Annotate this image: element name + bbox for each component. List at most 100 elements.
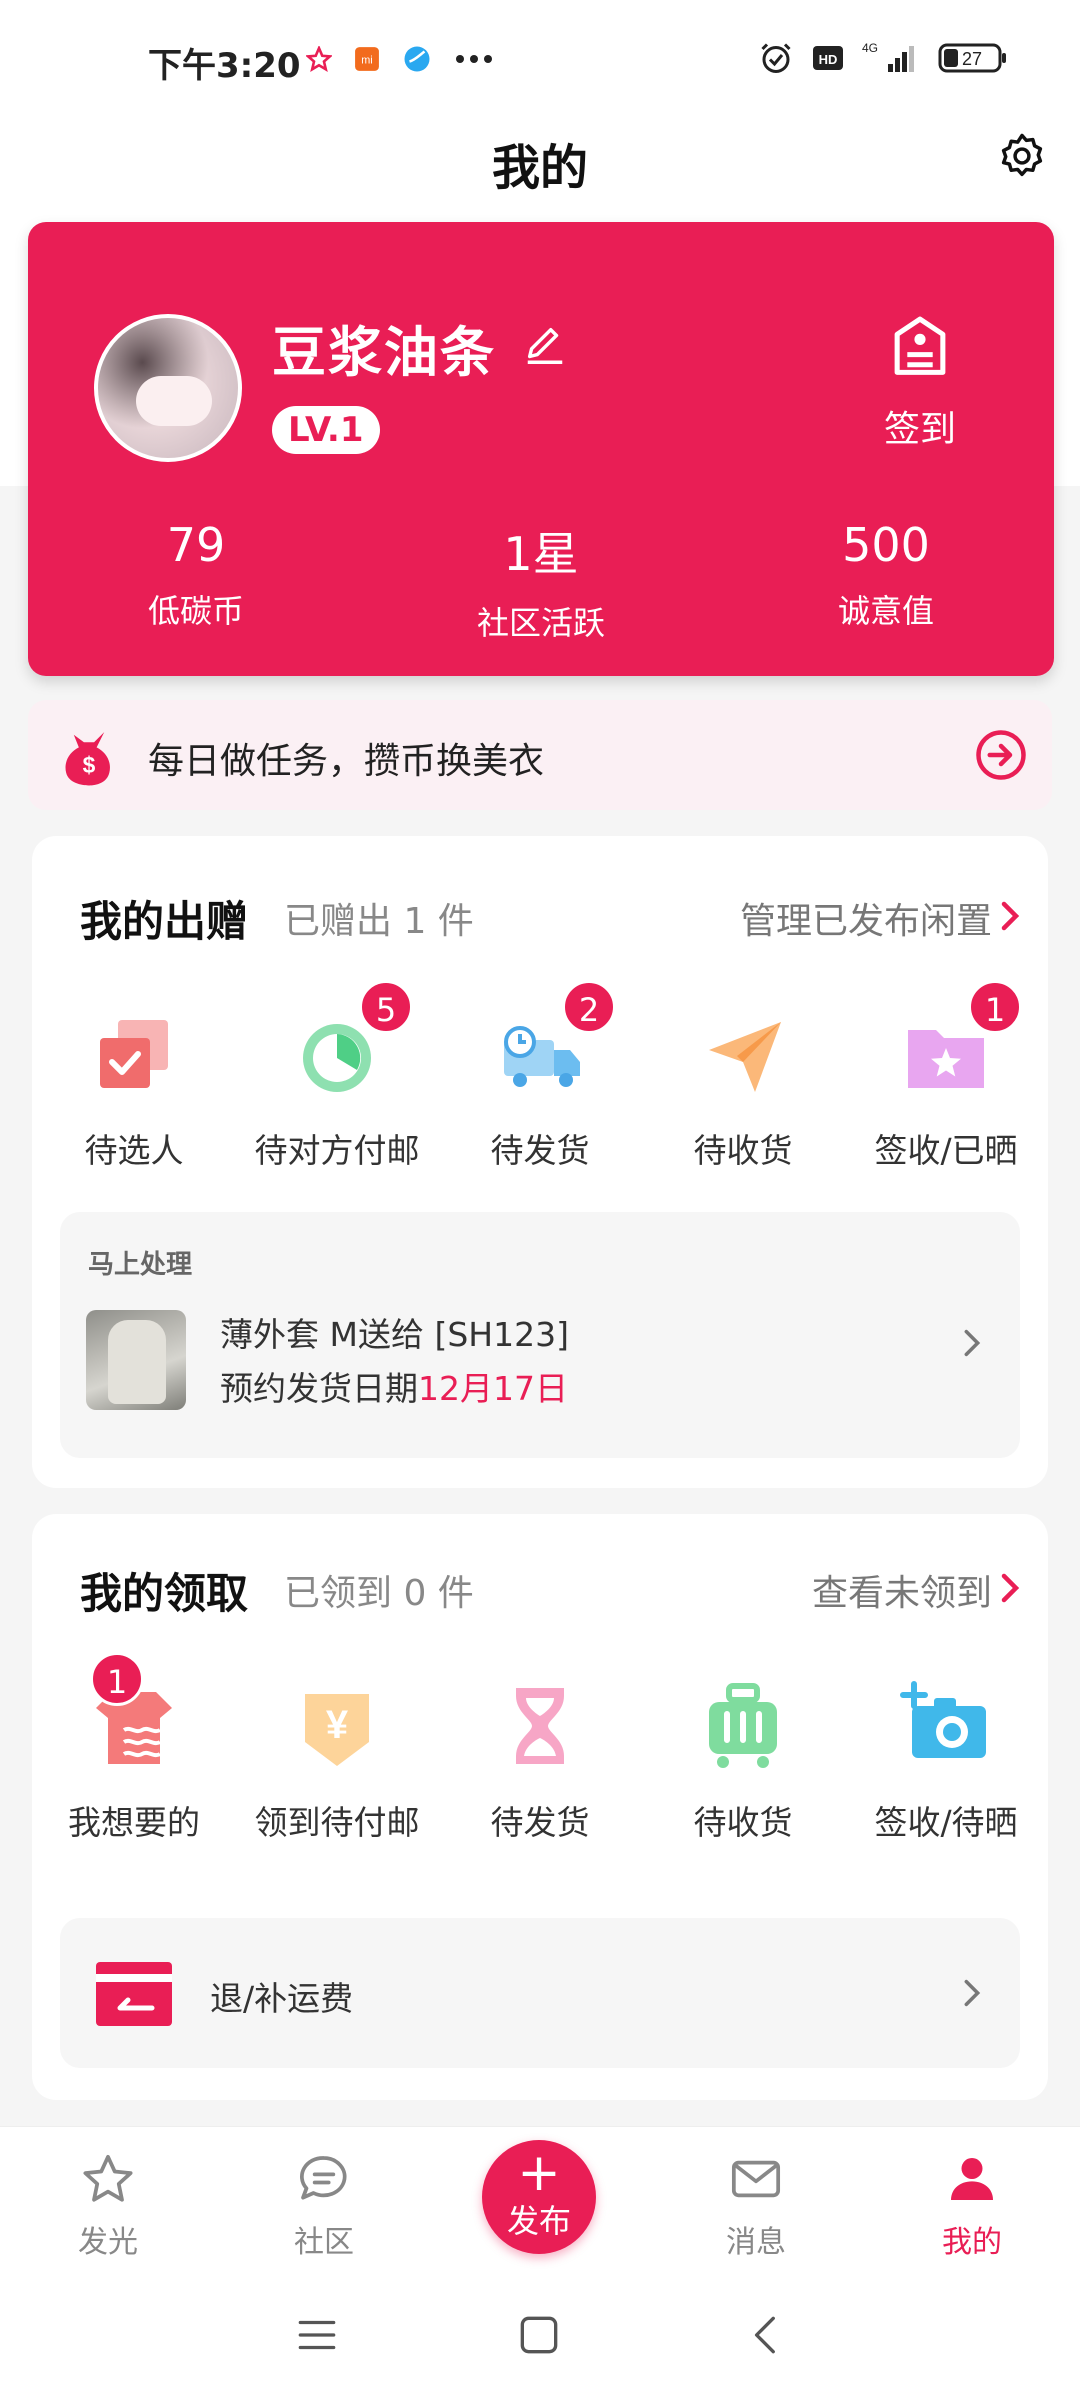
gift-item-label: 待对方付邮 [254,1131,420,1170]
tab-community[interactable]: 社区 [254,2151,394,2261]
star-icon [83,2154,133,2202]
my-gifts-card: 我的出赠 已赠出 1 件 管理已发布闲置 待选人 5 待对方付邮 2 待发货 待… [32,836,1048,1488]
gift-item-pending-postage[interactable]: 5 待对方付邮 [237,980,437,1172]
chevron-right-icon [1001,1573,1020,1603]
svg-text:27: 27 [962,49,982,69]
receipt-item-pending-postage[interactable]: ¥ 领到待付邮 [237,1676,437,1844]
money-bag-icon: $ [65,732,110,786]
stat-carbon-coins[interactable]: 79 低碳币 [66,518,326,632]
gift-item-label: 待发货 [490,1131,590,1170]
view-unreceived-link[interactable]: 查看未领到 [812,1564,992,1616]
svg-text:mi: mi [361,54,372,66]
receipt-item-signed-pending-show[interactable]: 签收/待晒 [846,1676,1046,1844]
signal-4g-icon: 4G [862,41,914,72]
stat-label: 社区活跃 [476,604,605,642]
select-person-icon [100,1020,168,1088]
tab-messages[interactable]: 消息 [686,2151,826,2261]
receipt-item-label: 待收货 [693,1803,793,1842]
item-thumbnail [86,1310,186,1410]
tab-glow[interactable]: 发光 [38,2151,178,2261]
gift-item-pending-receipt[interactable]: 待收货 [643,1004,843,1172]
stat-sincerity[interactable]: 500 诚意值 [756,518,1016,632]
level-badge: LV.1 [272,406,380,454]
status-bar: 下午3:20 mi HD 4G 27 [0,0,1080,120]
mail-icon [731,2160,781,2198]
gift-item-pending-shipment[interactable]: 2 待发货 [440,980,640,1172]
status-time: 下午3:20 [148,46,301,86]
mi-app-icon: mi [355,47,379,71]
chevron-right-icon [1001,901,1020,931]
star-notification-icon [306,46,332,72]
svg-text:4G: 4G [862,41,878,55]
refund-label: 退/补运费 [210,1979,354,2018]
profile-card: 豆浆油条 LV.1 签到 79 低碳币 1星 社区活跃 500 诚意值 [28,222,1054,676]
tab-label: 我的 [942,2225,1002,2260]
badge-count: 1 [90,1652,144,1706]
gift-item-signed-shown[interactable]: 1 签收/已晒 [846,980,1046,1172]
stat-value: 500 [842,518,930,572]
publish-button[interactable]: + 发布 [482,2140,596,2254]
back-chevron-icon[interactable] [742,2310,792,2360]
luggage-icon [709,1683,777,1768]
tab-label: 发光 [78,2225,138,2260]
my-receipts-card: 我的领取 已领到 0 件 查看未领到 1 我想要的 ¥ 领到待付邮 待发货 待收… [32,1514,1048,2100]
svg-text:¥: ¥ [326,1703,349,1747]
menu-lines-icon[interactable] [292,2310,342,2360]
receipt-item-pending-receipt[interactable]: 待收货 [643,1676,843,1844]
stat-label: 低碳币 [147,592,244,630]
svg-text:HD: HD [819,52,838,67]
pending-action-box[interactable]: 马上处理 薄外套 M送给 [SH123] 预约发货日期12月17日 [60,1212,1020,1458]
chevron-right-icon [964,1979,981,2007]
task-banner-text: 每日做任务，攒币换美衣 [148,741,545,782]
badge-count: 1 [968,980,1022,1034]
alarm-icon [761,43,791,73]
receipt-item-pending-shipment[interactable]: 待发货 [440,1676,640,1844]
gift-item-select-person[interactable]: 待选人 [34,1004,234,1172]
gift-item-label: 签收/已晒 [874,1131,1018,1170]
notification-icons: mi [306,44,494,74]
receipt-item-label: 签收/待晒 [874,1803,1018,1842]
badge-count: 2 [562,980,616,1034]
arrow-right-circle-icon [976,730,1026,780]
pending-heading: 马上处理 [88,1250,193,1280]
settings-gear-icon[interactable] [996,130,1048,182]
checkin-label: 签到 [883,409,956,450]
receipt-item-wishlist[interactable]: 1 我想要的 [34,1652,234,1844]
manage-published-link[interactable]: 管理已发布闲置 [740,892,992,944]
home-square-icon[interactable] [514,2310,564,2360]
checkin-icon [894,316,946,375]
badge-count: 5 [359,980,413,1034]
blue-app-icon [404,46,430,72]
svg-text:$: $ [83,752,96,778]
plus-icon: + [517,2143,561,2203]
chat-icon [300,2156,347,2200]
yuan-tag-icon: ¥ [305,1694,369,1766]
battery-icon: 27 [938,43,1006,73]
receipts-subtitle: 已领到 0 件 [284,1573,474,1614]
user-name: 豆浆油条 [272,321,496,384]
more-dots-icon [456,55,492,63]
gifts-title: 我的出赠 [80,897,249,946]
daily-task-banner[interactable]: $ 每日做任务，攒币换美衣 [28,700,1052,810]
paper-plane-icon [709,1022,781,1092]
page-title: 我的 [491,140,588,196]
checkin-button[interactable]: 签到 [870,314,970,452]
pending-ship-date: 预约发货日期12月17日 [220,1369,568,1408]
receipt-item-label: 待发货 [490,1803,590,1842]
refund-shipping-row[interactable]: 退/补运费 [60,1918,1020,2068]
system-icons: HD 4G 27 [758,40,1008,76]
hourglass-icon [516,1688,564,1764]
publish-label: 发布 [506,2202,571,2240]
avatar[interactable] [94,314,242,462]
edit-pencil-icon[interactable] [522,322,568,368]
stat-value: 1星 [503,527,579,581]
pending-item-title: 薄外套 M送给 [SH123] [220,1315,569,1354]
system-nav-bar [0,2270,1080,2400]
receipts-title: 我的领取 [80,1569,249,1618]
gift-item-label: 待收货 [693,1131,793,1170]
gifts-subtitle: 已赠出 1 件 [284,901,474,942]
stat-value: 79 [166,518,226,572]
stat-community-activity[interactable]: 1星 社区活跃 [411,518,671,644]
tab-mine[interactable]: 我的 [902,2151,1042,2261]
receipt-item-label: 我想要的 [68,1803,200,1842]
